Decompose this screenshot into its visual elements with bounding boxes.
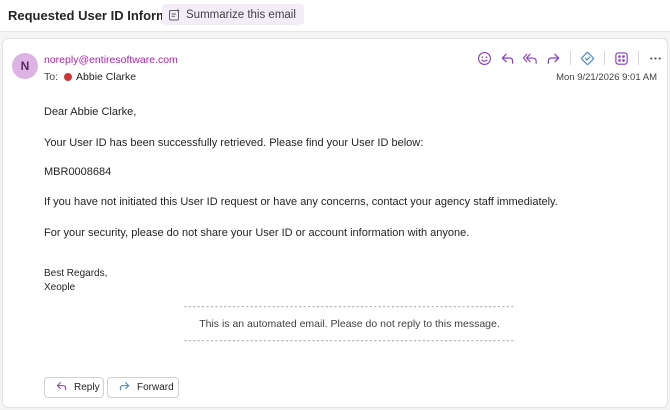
reply-all-icon[interactable] <box>519 48 542 68</box>
forward-button-label: Forward <box>137 382 174 393</box>
signature-name: Xeople <box>44 282 76 293</box>
avatar: N <box>12 53 38 79</box>
body-paragraph: For your security, please do not share y… <box>44 227 470 239</box>
toolbar-divider <box>604 51 605 65</box>
reply-icon[interactable] <box>496 48 519 68</box>
message-card: N noreply@entiresoftware.com To: Abbie C… <box>2 38 668 408</box>
signoff: Best Regards, <box>44 268 108 279</box>
forward-icon[interactable] <box>542 48 565 68</box>
reply-icon <box>55 380 68 395</box>
user-id-value: MBR0008684 <box>44 166 112 178</box>
reply-button[interactable]: Reply <box>44 377 104 398</box>
presence-status-icon <box>64 73 73 81</box>
sender-address[interactable]: noreply@entiresoftware.com <box>44 54 178 66</box>
sync-icon[interactable] <box>576 48 599 68</box>
body-paragraph: Your User ID has been successfully retri… <box>44 137 424 149</box>
emoji-icon[interactable] <box>473 48 496 68</box>
subject-bar: Requested User ID Information Summarize … <box>0 0 670 32</box>
more-icon[interactable] <box>644 48 667 68</box>
summarize-button[interactable]: Summarize this email <box>162 4 304 25</box>
toolbar-divider <box>570 51 571 65</box>
notice-divider-top: ----------------------------------------… <box>183 302 516 311</box>
to-label: To: <box>44 71 59 83</box>
message-actions <box>473 48 667 68</box>
reply-button-label: Reply <box>74 382 100 393</box>
recipient-name[interactable]: Abbie Clarke <box>76 71 136 83</box>
body-paragraph: If you have not initiated this User ID r… <box>44 196 558 208</box>
automated-notice: ----------------------------------------… <box>183 302 516 346</box>
forward-button[interactable]: Forward <box>107 377 179 398</box>
signature-block: Best Regards, Xeople <box>44 267 107 295</box>
message-date: Mon 9/21/2026 9:01 AM <box>556 72 657 83</box>
apps-icon[interactable] <box>610 48 633 68</box>
notice-text: This is an automated email. Please do no… <box>199 318 500 330</box>
recipient-row: To: Abbie Clarke <box>44 71 136 83</box>
summarize-label: Summarize this email <box>186 8 296 21</box>
toolbar-divider <box>638 51 639 65</box>
summarize-icon <box>168 8 181 21</box>
greeting: Dear Abbie Clarke, <box>44 106 137 118</box>
notice-divider-bottom: ----------------------------------------… <box>183 336 516 345</box>
forward-icon <box>118 380 131 395</box>
